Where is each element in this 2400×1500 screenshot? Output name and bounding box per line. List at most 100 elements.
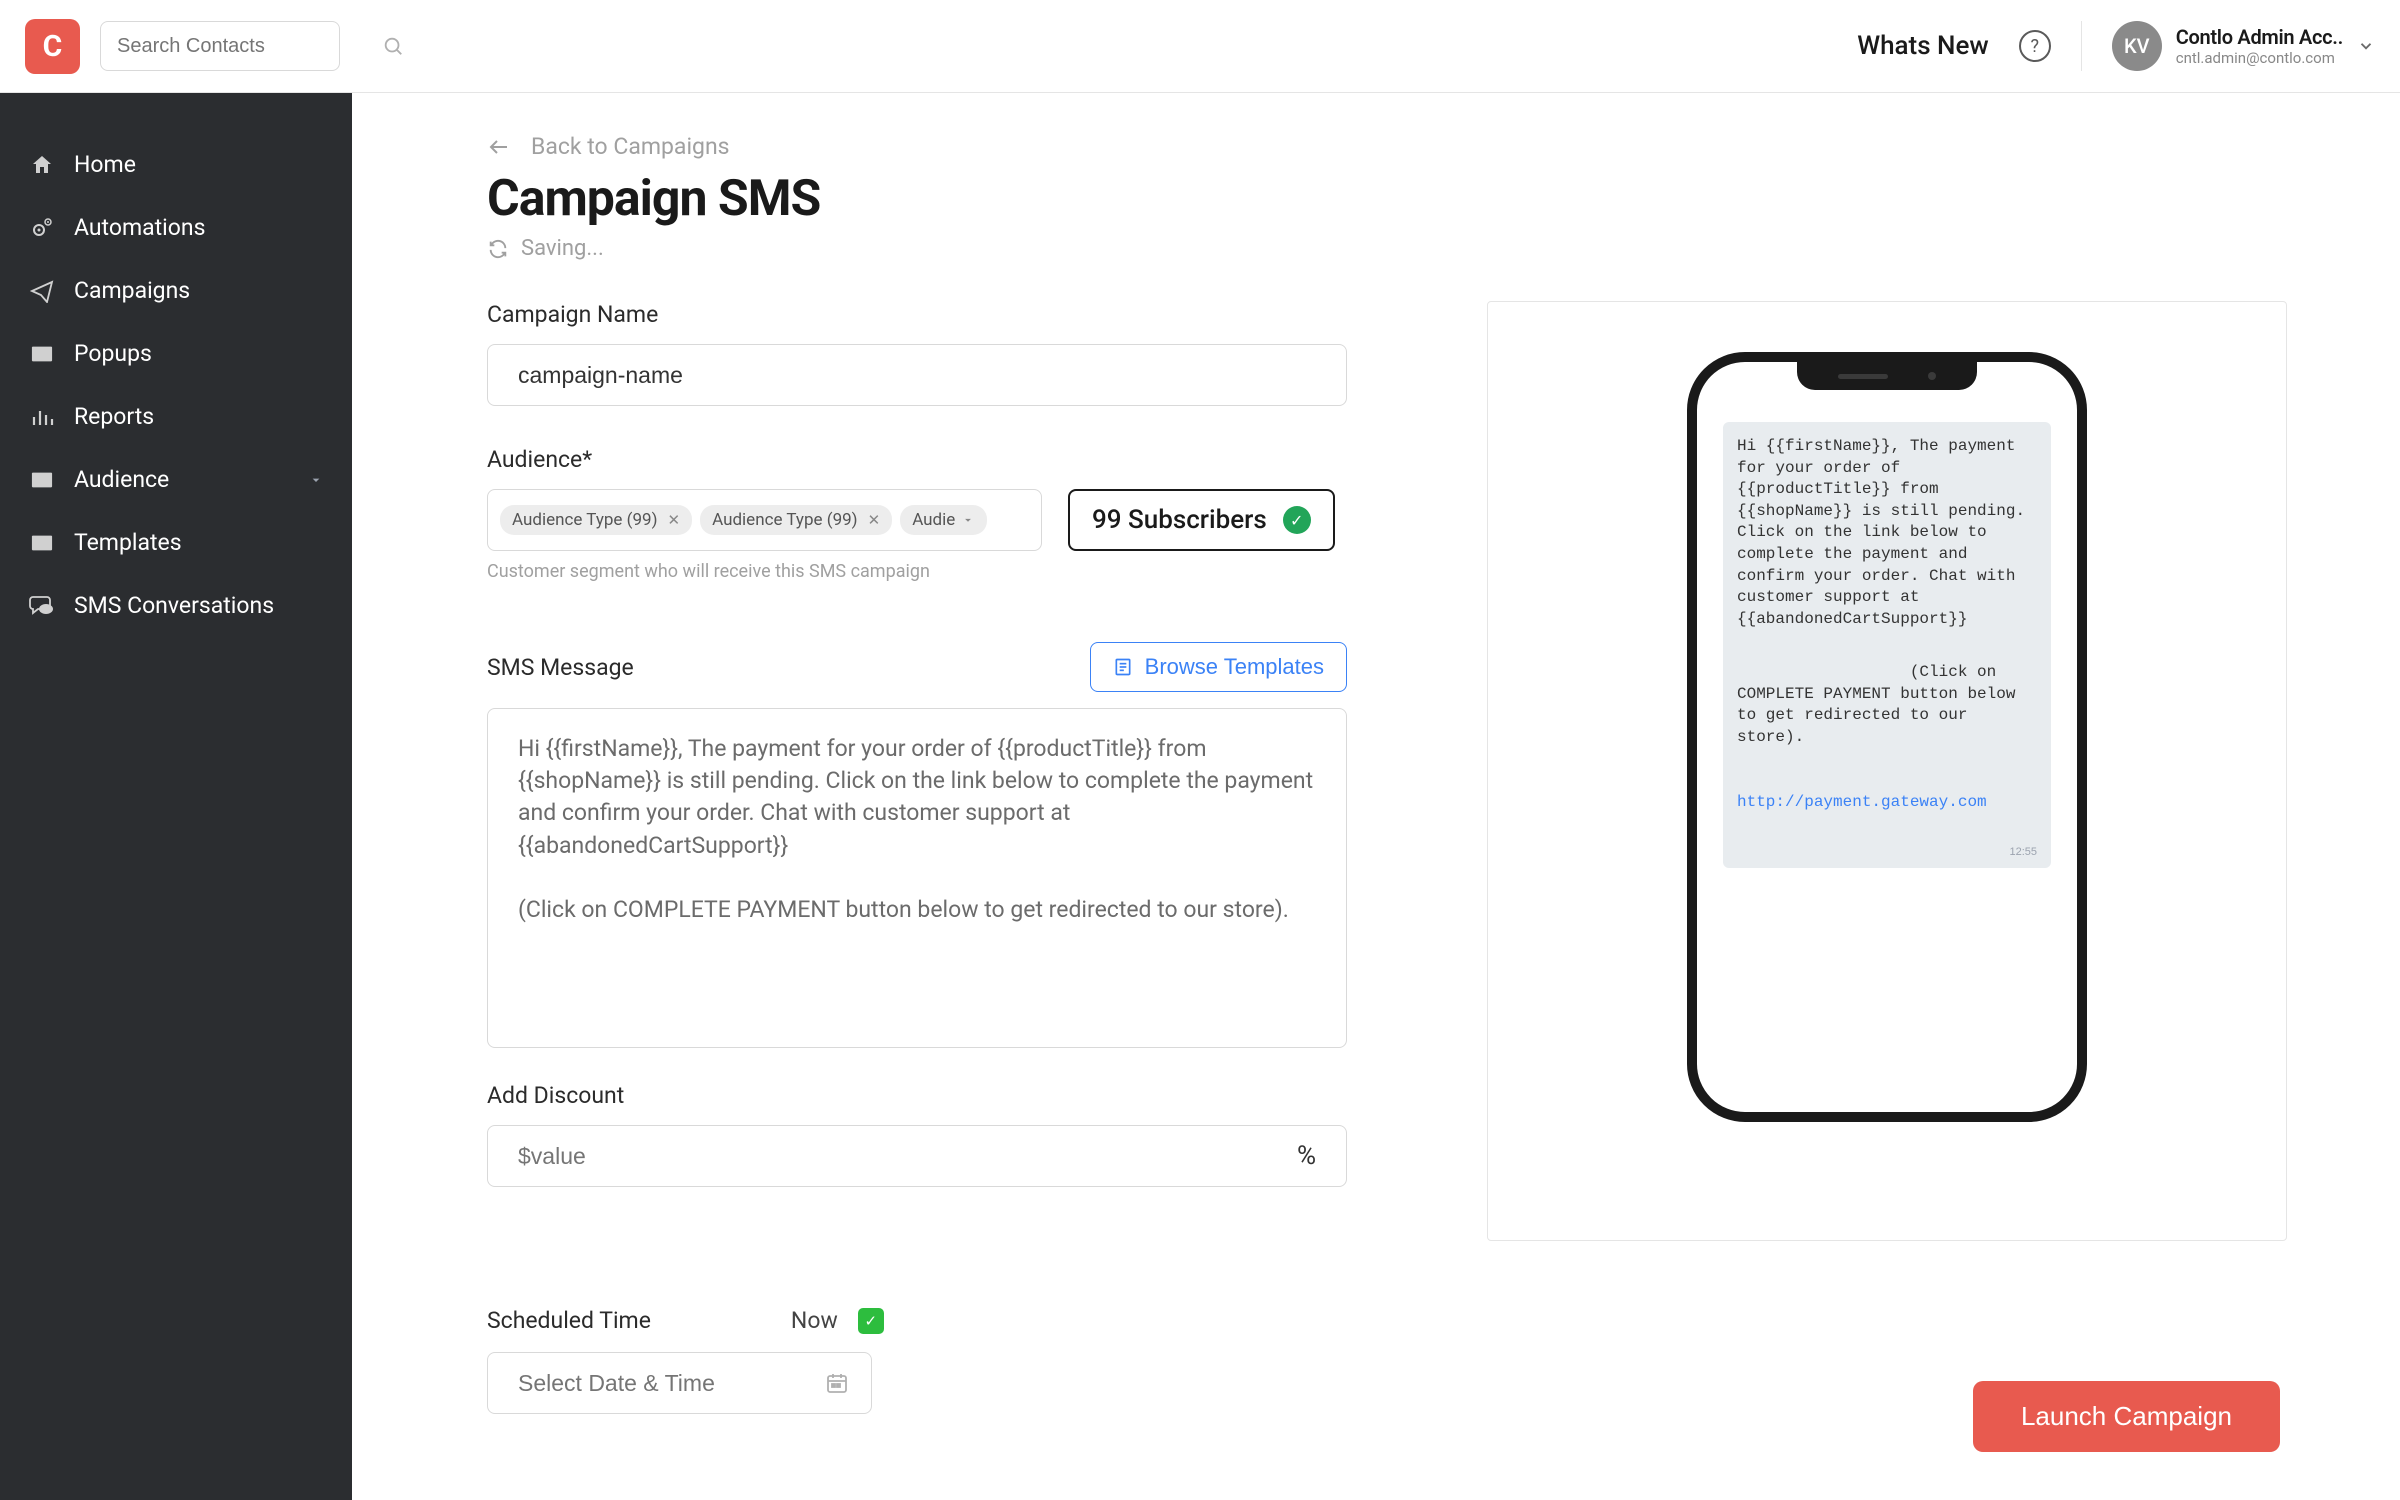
sidebar-item-label: SMS Conversations [74, 592, 274, 619]
discount-input-wrapper[interactable]: % [487, 1125, 1347, 1187]
preview-panel: Hi {{firstName}}, The payment for your o… [1487, 301, 2287, 1241]
page-title: Campaign SMS [487, 170, 2332, 228]
audience-label: Audience* [487, 446, 1347, 473]
now-label: Now [791, 1307, 838, 1334]
audience-field: Audience* Audience Type (99) ✕ Audience … [487, 446, 1347, 582]
avatar: KV [2112, 21, 2162, 71]
audience-row: Audience Type (99) ✕ Audience Type (99) … [487, 489, 1347, 551]
sidebar-item-label: Popups [74, 340, 152, 367]
subscribers-label: 99 Subscribers [1092, 505, 1267, 535]
app-logo[interactable]: C [25, 19, 80, 74]
sidebar-item-label: Home [74, 151, 136, 178]
phone-frame: Hi {{firstName}}, The payment for your o… [1687, 352, 2087, 1122]
search-contacts-box[interactable] [100, 21, 340, 71]
sidebar-item-sms-conversations[interactable]: SMS Conversations [0, 574, 352, 637]
audience-chip[interactable]: Audience Type (99) ✕ [700, 505, 892, 535]
sidebar-item-audience[interactable]: Audience [0, 448, 352, 511]
sms-preview-text-1: Hi {{firstName}}, The payment for your o… [1737, 436, 2037, 630]
sidebar-item-label: Automations [74, 214, 205, 241]
discount-input[interactable] [518, 1143, 1297, 1170]
close-icon[interactable]: ✕ [868, 511, 881, 529]
square-icon [28, 534, 56, 552]
sidebar-item-label: Audience [74, 466, 169, 493]
campaign-name-input[interactable] [487, 344, 1347, 406]
campaign-name-field: Campaign Name [487, 301, 1347, 406]
sms-preview-link: http://payment.gateway.com [1737, 793, 1987, 811]
scheduled-row: Scheduled Time Now ✓ [487, 1307, 1347, 1334]
user-menu[interactable]: KV Contlo Admin Acc.. cntl.admin@contlo.… [2112, 21, 2375, 71]
main-content: Back to Campaigns Campaign SMS Saving...… [352, 93, 2400, 1500]
sidebar: Home Automations Campaigns Popups Report… [0, 93, 352, 1500]
now-checkbox[interactable]: ✓ [858, 1308, 884, 1334]
sms-label: SMS Message [487, 654, 634, 681]
audience-chip[interactable]: Audience Type (99) ✕ [500, 505, 692, 535]
phone-screen: Hi {{firstName}}, The payment for your o… [1697, 362, 2077, 888]
template-icon [1113, 657, 1133, 677]
gears-icon [28, 216, 56, 240]
sms-preview-bubble: Hi {{firstName}}, The payment for your o… [1723, 422, 2051, 868]
search-contacts-input[interactable] [117, 35, 382, 58]
layout: Home Automations Campaigns Popups Report… [0, 93, 2400, 1500]
audience-hint: Customer segment who will receive this S… [487, 561, 1347, 582]
close-icon[interactable]: ✕ [668, 511, 681, 529]
browse-templates-button[interactable]: Browse Templates [1090, 642, 1347, 692]
discount-label: Add Discount [487, 1082, 1347, 1109]
audience-chip-partial[interactable]: Audie [900, 505, 987, 535]
saving-label: Saving... [521, 236, 604, 261]
square-icon [28, 345, 56, 363]
sidebar-item-label: Reports [74, 403, 154, 430]
scheduled-time-field: Scheduled Time Now ✓ [487, 1307, 1347, 1414]
browse-templates-label: Browse Templates [1145, 654, 1324, 680]
campaign-name-label: Campaign Name [487, 301, 1347, 328]
home-icon [28, 153, 56, 177]
sidebar-item-label: Campaigns [74, 277, 190, 304]
calendar-icon [825, 1371, 849, 1395]
refresh-icon [487, 238, 509, 260]
sms-preview-time: 12:55 [1737, 845, 2037, 860]
chevron-down-icon [2357, 37, 2375, 55]
datetime-input[interactable] [518, 1370, 825, 1397]
sms-message-field: SMS Message Browse Templates [487, 642, 1347, 1052]
sidebar-item-label: Templates [74, 529, 182, 556]
sidebar-item-templates[interactable]: Templates [0, 511, 352, 574]
audience-select[interactable]: Audience Type (99) ✕ Audience Type (99) … [487, 489, 1042, 551]
sidebar-item-popups[interactable]: Popups [0, 322, 352, 385]
sidebar-item-home[interactable]: Home [0, 133, 352, 196]
back-to-campaigns[interactable]: Back to Campaigns [487, 133, 2332, 160]
bar-chart-icon [28, 405, 56, 429]
form-column: Campaign Name Audience* Audience Type (9… [487, 301, 1347, 1414]
chevron-down-icon [961, 513, 975, 527]
chip-label: Audie [912, 510, 955, 530]
chip-label: Audience Type (99) [512, 510, 658, 530]
sms-preview-text-2: (Click on COMPLETE PAYMENT button below … [1737, 663, 2025, 746]
sms-header: SMS Message Browse Templates [487, 642, 1347, 692]
sidebar-item-reports[interactable]: Reports [0, 385, 352, 448]
square-icon [28, 471, 56, 489]
sidebar-item-campaigns[interactable]: Campaigns [0, 259, 352, 322]
preview-column: Hi {{firstName}}, The payment for your o… [1487, 301, 2332, 1241]
discount-field: Add Discount % [487, 1082, 1347, 1187]
launch-campaign-button[interactable]: Launch Campaign [1973, 1381, 2280, 1452]
subscribers-count: 99 Subscribers ✓ [1068, 489, 1335, 551]
sidebar-item-automations[interactable]: Automations [0, 196, 352, 259]
topbar-divider [2081, 21, 2082, 71]
search-icon [382, 35, 404, 57]
whats-new-link[interactable]: Whats New [1857, 31, 1989, 61]
topbar: C Whats New ? KV Contlo Admin Acc.. cntl… [0, 0, 2400, 93]
content-row: Campaign Name Audience* Audience Type (9… [487, 301, 2332, 1414]
datetime-input-wrapper[interactable] [487, 1352, 872, 1414]
topbar-right: Whats New ? KV Contlo Admin Acc.. cntl.a… [1857, 21, 2375, 71]
scheduled-label: Scheduled Time [487, 1307, 651, 1334]
topbar-left: C [25, 19, 340, 74]
help-icon[interactable]: ? [2019, 30, 2051, 62]
back-label: Back to Campaigns [531, 133, 730, 160]
check-circle-icon: ✓ [1283, 506, 1311, 534]
arrow-left-icon [487, 135, 511, 159]
saving-indicator: Saving... [487, 236, 2332, 261]
phone-notch [1797, 362, 1977, 390]
comments-icon [28, 594, 56, 618]
percent-label: % [1297, 1141, 1316, 1171]
user-text: Contlo Admin Acc.. cntl.admin@contlo.com [2176, 25, 2343, 67]
sms-message-textarea[interactable] [487, 708, 1347, 1048]
user-name: Contlo Admin Acc.. [2176, 25, 2343, 49]
